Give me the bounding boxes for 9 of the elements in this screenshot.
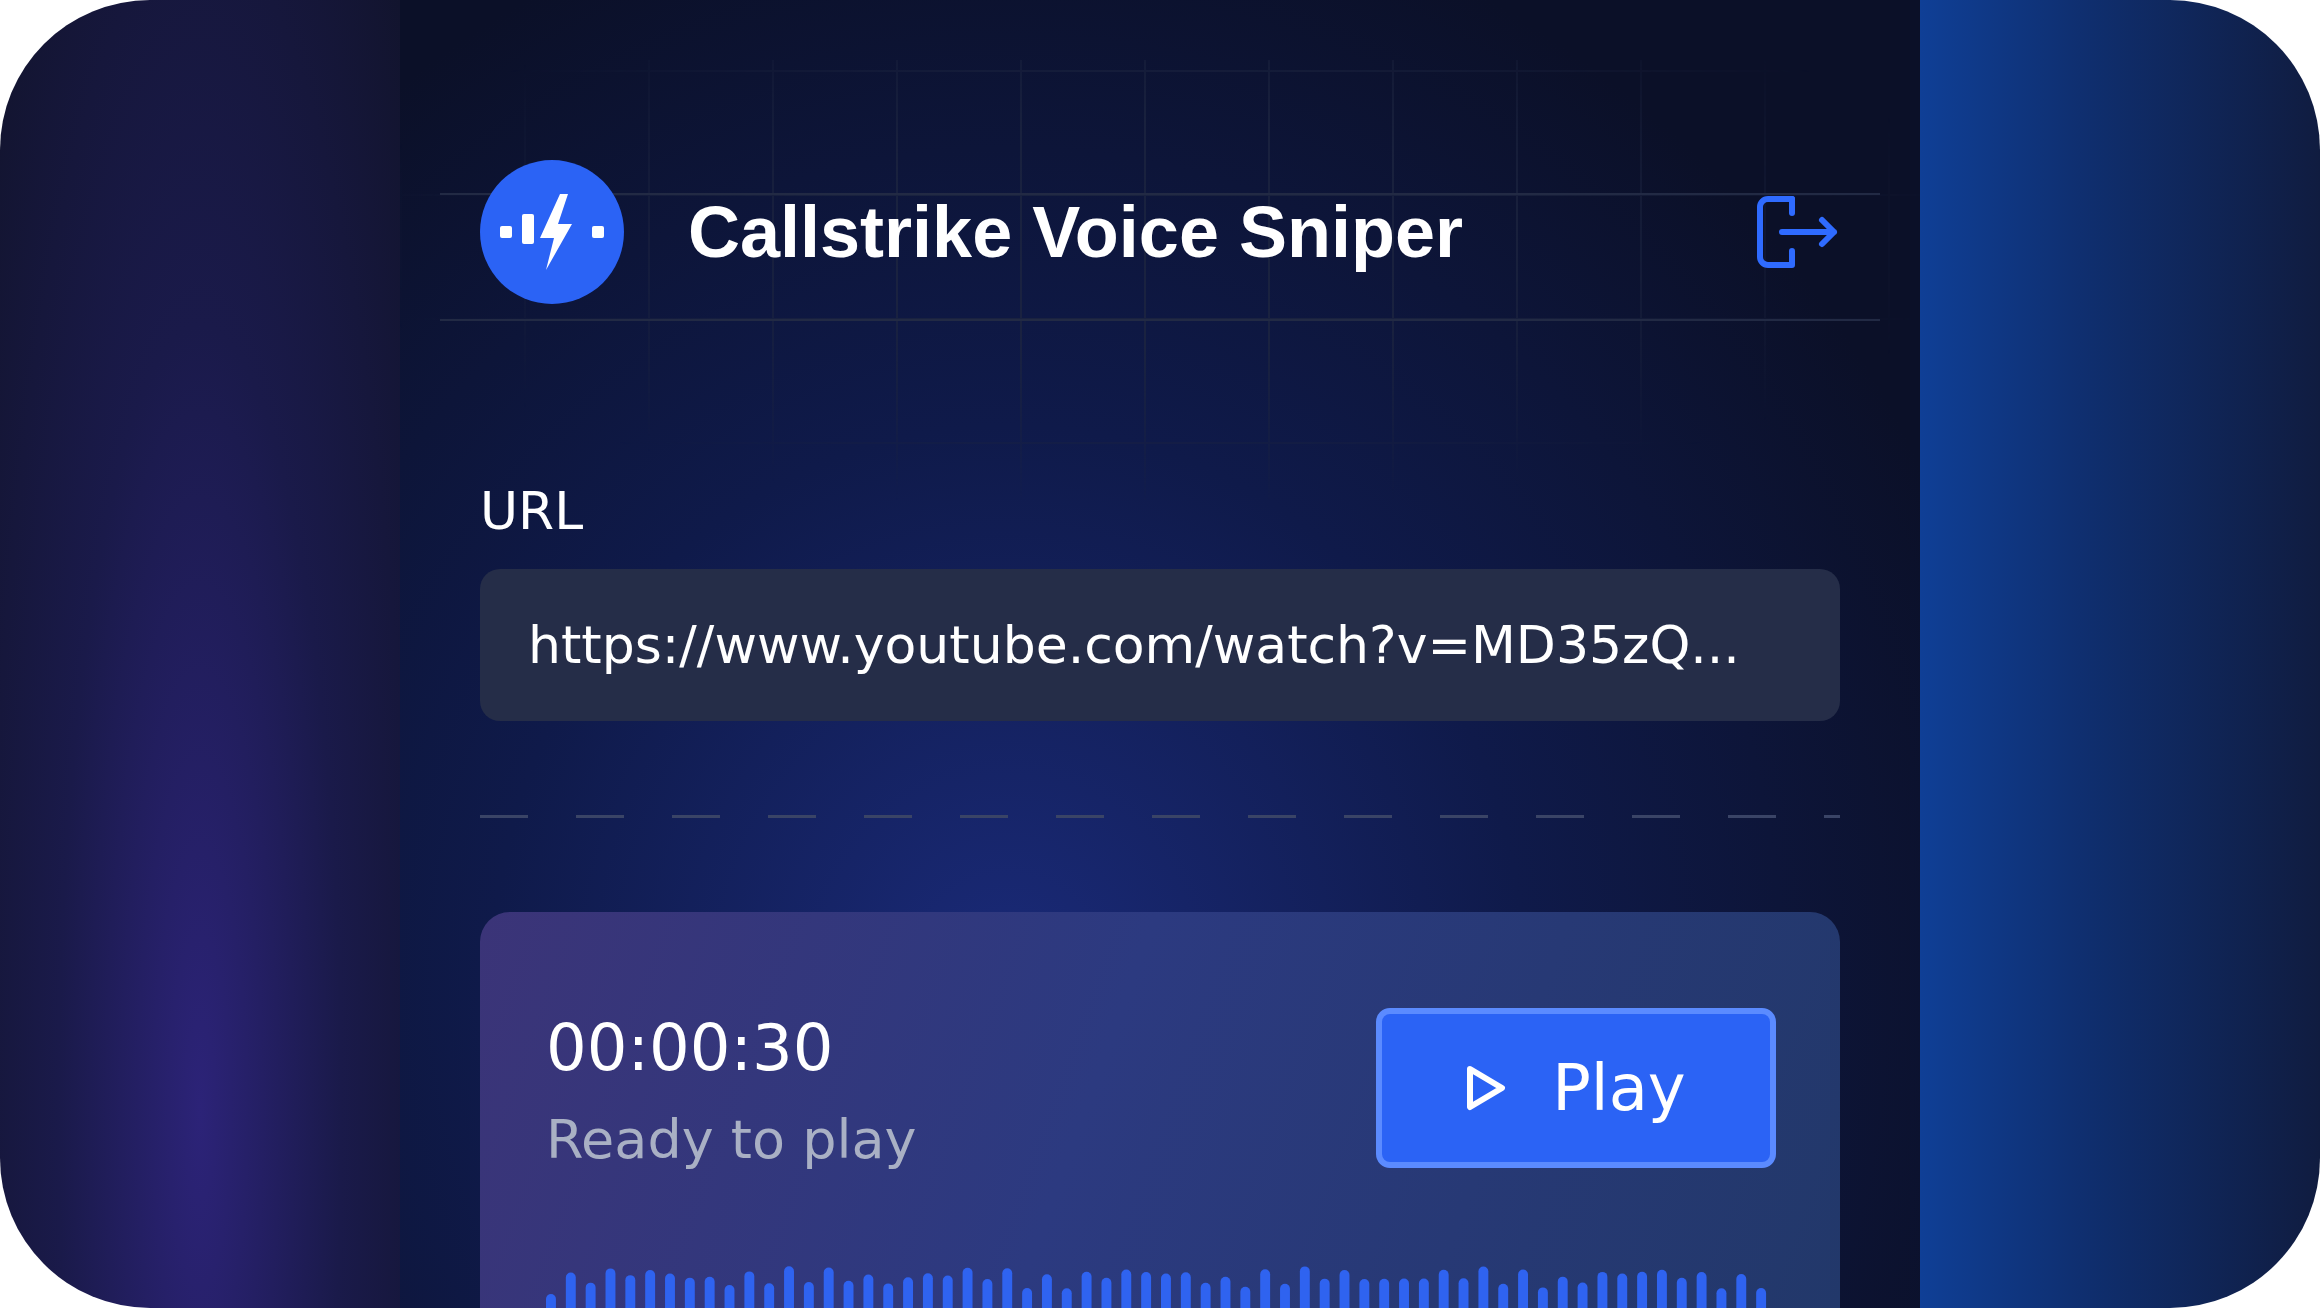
app-title: Callstrike Voice Sniper <box>688 191 1464 273</box>
url-label: URL <box>480 481 584 541</box>
logout-icon[interactable] <box>1756 195 1840 269</box>
logo-icon <box>480 160 624 304</box>
status-text: Ready to play <box>546 1108 917 1171</box>
play-icon <box>1466 1065 1507 1111</box>
url-field[interactable]: https://www.youtube.com/watch?v=MD35zQ... <box>480 569 1840 721</box>
time-display: 00:00:30 <box>546 1010 835 1087</box>
play-button[interactable]: Play <box>1376 1008 1776 1168</box>
